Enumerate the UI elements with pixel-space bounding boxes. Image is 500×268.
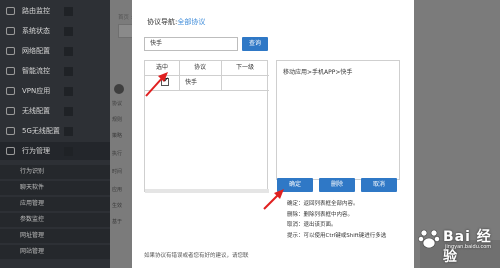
sidebar-item-vpn[interactable]: VPN应用 [0,82,110,100]
sidebar-subitem[interactable]: 网站管理 [0,245,110,259]
dialog-title: 协议导航:全部协议 [147,17,205,27]
sidebar: 路由监控 系统状态 网络配置 智能流控 VPN应用 无线配置 5G无线配置 行为… [0,0,110,268]
expand-icon [64,27,73,36]
sidebar-item-label: 智能流控 [22,67,50,75]
sidebar-subitem[interactable]: 参数监控 [0,213,110,227]
sidebar-item-5g-wireless[interactable]: 5G无线配置 [0,122,110,140]
annotation-arrow-icon [263,189,284,210]
expand-icon [64,67,73,76]
horizontal-scrollbar[interactable] [145,189,269,193]
sidebar-item-label: VPN应用 [22,87,51,95]
vpn-icon [6,87,15,95]
tip-line: 取消：退出该页面。 [287,222,337,228]
sidebar-subitem[interactable]: 行为识别 [0,165,110,179]
dialog-title-text: 协议导航: [147,18,178,26]
delete-button[interactable]: 删除 [319,178,355,192]
sidebar-item-router-monitor[interactable]: 路由监控 [0,2,110,20]
query-button[interactable]: 查询 [242,37,268,51]
sidebar-subitem[interactable]: 聊天软件 [0,181,110,195]
column-header-protocol: 协议 [193,64,206,71]
selected-protocol-list[interactable]: 移动应用>手机APP>快手 [276,60,400,180]
router-icon [6,7,15,15]
sidebar-item-network-config[interactable]: 网络配置 [0,42,110,60]
watermark: Bai 经验 jingyan.baidu.com [415,224,497,265]
paw-logo-icon [418,229,440,249]
protocol-search-input[interactable]: 快手 [144,37,238,51]
protocol-nav-dialog: 协议导航:全部协议 快手 查询 选中 协议 下一级 ✔ 快手 移动应用>手机AP… [132,0,414,268]
selected-protocol-path: 移动应用>手机APP>快手 [283,69,353,76]
sidebar-item-label: 路由监控 [22,7,50,15]
tip-line: 提示：可以使用Ctrl键或Shift键进行多选 [287,232,387,239]
sidebar-item-label: 无线配置 [22,107,50,115]
wifi-icon [6,127,15,135]
sidebar-item-flow-control[interactable]: 智能流控 [0,62,110,80]
all-protocols-link[interactable]: 全部协议 [177,18,205,26]
sidebar-item-system-status[interactable]: 系统状态 [0,22,110,40]
wireless-icon [6,107,15,115]
table-divider [221,61,222,91]
collapse-icon [114,84,124,94]
sidebar-item-wireless[interactable]: 无线配置 [0,102,110,120]
network-icon [6,47,15,55]
tip-line: 确定：返回列表框全部内容。 [287,201,359,207]
flow-icon [6,67,15,75]
watermark-url: jingyan.baidu.com [445,244,492,250]
expand-icon [64,7,73,16]
cancel-button[interactable]: 取消 [361,178,397,192]
tip-line: 删除：删除列表框中内容。 [287,211,354,218]
expand-icon [64,87,73,96]
sidebar-item-label: 行为管理 [22,147,50,155]
help-tips: 确定：返回列表框全部内容。 删除：删除列表框中内容。 取消：退出该页面。 提示：… [287,199,412,241]
sidebar-subitem[interactable]: 应用管理 [0,197,110,211]
annotation-arrow-icon [145,72,168,97]
sidebar-subitem[interactable]: 网址管理 [0,229,110,243]
feedback-note: 如果协议有错误或者您有好的建议，请您联 [144,253,249,259]
sidebar-item-label: 5G无线配置 [22,127,60,135]
expand-icon [64,127,73,136]
sidebar-item-behavior-mgmt[interactable]: 行为管理 [0,142,110,160]
expand-icon [64,107,73,116]
status-icon [6,27,15,35]
behavior-icon [6,147,15,155]
sidebar-item-label: 网络配置 [22,47,50,55]
row-protocol-cell: 快手 [185,79,198,86]
sidebar-item-label: 系统状态 [22,27,50,35]
expand-icon [64,47,73,56]
expand-icon [64,147,73,156]
column-header-next-level: 下一级 [235,64,254,71]
